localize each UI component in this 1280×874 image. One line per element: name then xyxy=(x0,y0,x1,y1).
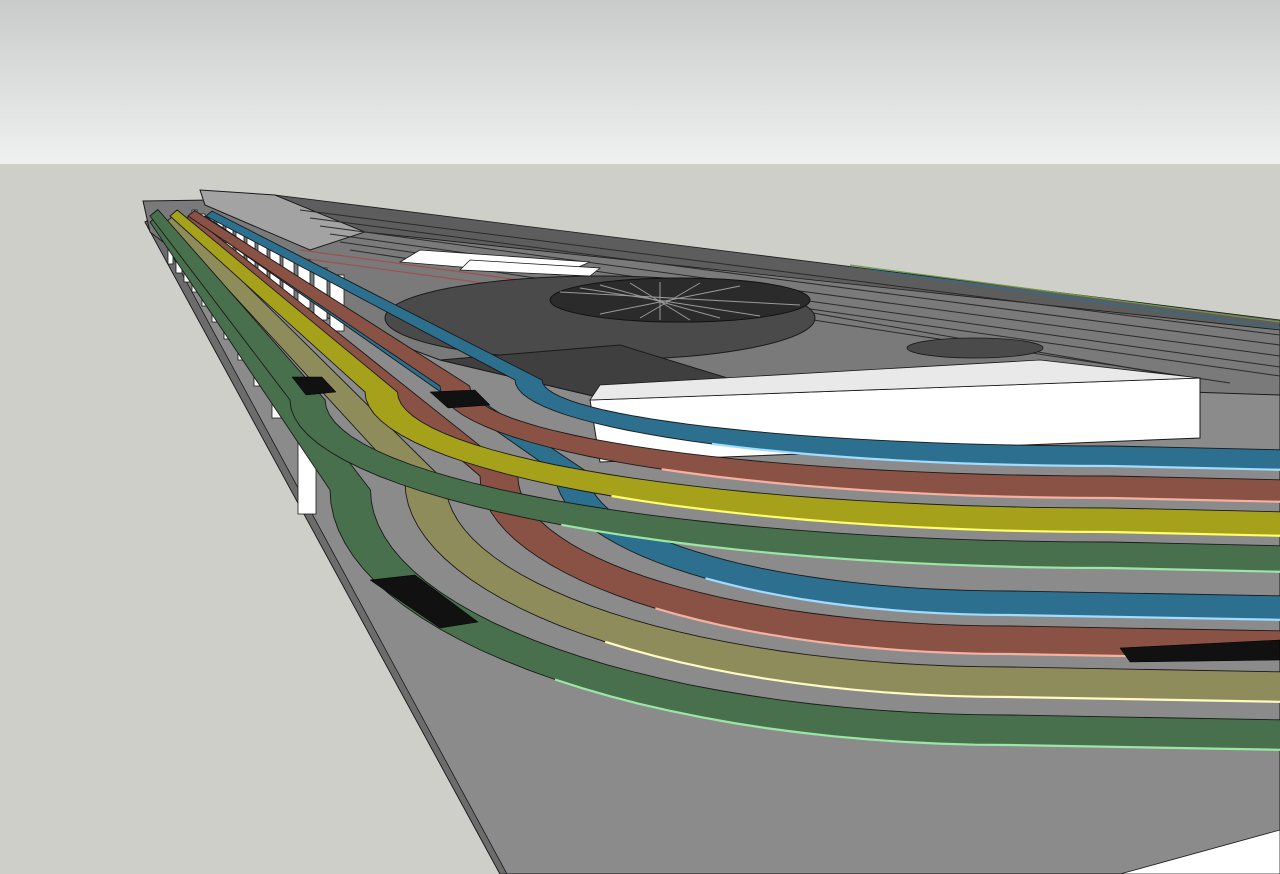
sky-background xyxy=(0,0,1280,164)
layout-3d-scene[interactable] xyxy=(0,0,1280,874)
model-viewport[interactable] xyxy=(0,0,1280,874)
